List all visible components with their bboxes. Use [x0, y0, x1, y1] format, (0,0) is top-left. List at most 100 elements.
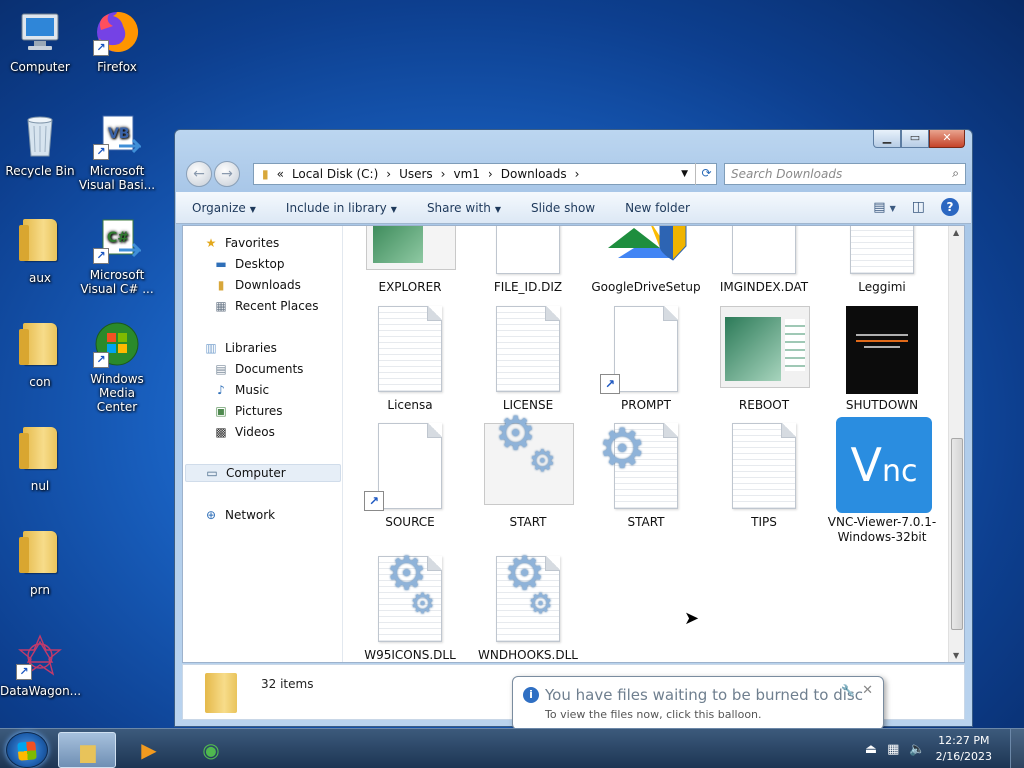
- desktop-icon-media-center[interactable]: ↗ Windows Media Center: [77, 320, 157, 414]
- scroll-down-icon[interactable]: ▼: [953, 651, 959, 660]
- new-folder-button[interactable]: New folder: [625, 201, 690, 215]
- nav-libraries[interactable]: ▥ Libraries: [203, 339, 277, 357]
- share-with-button[interactable]: Share with ▼: [427, 201, 501, 215]
- options-icon[interactable]: 🔧: [841, 684, 855, 697]
- desktop-icon-recycle-bin[interactable]: Recycle Bin: [0, 112, 80, 178]
- breadcrumb-separator-icon[interactable]: ›: [575, 167, 580, 181]
- vertical-scrollbar[interactable]: ▲ ▼: [948, 226, 964, 662]
- forward-arrow-icon[interactable]: →: [214, 161, 240, 187]
- folder-icon: [16, 323, 64, 371]
- balloon-message: To view the files now, click this balloo…: [545, 708, 762, 721]
- recycle-bin-icon: [16, 112, 64, 160]
- file-item[interactable]: ⚙ ⚙ WNDHOOKS.DLL: [470, 550, 586, 662]
- breadcrumb-overflow[interactable]: «: [277, 167, 284, 181]
- back-arrow-icon[interactable]: ←: [186, 161, 212, 187]
- file-item[interactable]: ⚙ ⚙ START: [470, 410, 586, 530]
- start-button[interactable]: [6, 732, 48, 768]
- clock-time: 12:27 PM: [938, 734, 990, 747]
- file-item[interactable]: GoogleDriveSetup: [588, 226, 704, 295]
- nav-documents[interactable]: ▤ Documents: [213, 360, 303, 378]
- nav-recent-places[interactable]: ▦ Recent Places: [213, 297, 318, 315]
- nav-pictures[interactable]: ▣ Pictures: [213, 402, 282, 420]
- breadcrumb-separator-icon[interactable]: ›: [488, 167, 493, 181]
- shortcut-arrow-icon: ↗: [93, 248, 109, 264]
- organize-button[interactable]: Organize ▼: [192, 201, 256, 215]
- include-in-library-button[interactable]: Include in library ▼: [286, 201, 397, 215]
- slide-show-button[interactable]: Slide show: [531, 201, 595, 215]
- text-document-icon: [480, 306, 576, 392]
- nav-computer[interactable]: ▭ Computer: [185, 464, 341, 482]
- show-desktop-button[interactable]: [1010, 729, 1024, 768]
- taskbar-media-center-button[interactable]: ◉: [182, 732, 240, 768]
- nav-desktop[interactable]: ▬ Desktop: [213, 255, 284, 273]
- file-name: REBOOT: [738, 398, 790, 412]
- file-item[interactable]: Leggimi: [824, 226, 940, 295]
- nav-videos[interactable]: ▩ Videos: [213, 423, 275, 441]
- windows-logo-icon: [17, 741, 37, 761]
- close-icon[interactable]: ✕: [929, 130, 965, 148]
- taskbar-media-player-button[interactable]: ▶: [120, 732, 178, 768]
- desktop-icon-prn[interactable]: prn: [0, 528, 80, 597]
- file-item[interactable]: LICENSE: [470, 306, 586, 413]
- minimize-icon[interactable]: ▁: [873, 130, 901, 148]
- refresh-icon[interactable]: ⟳: [695, 163, 717, 185]
- address-dropdown-icon[interactable]: ▼: [681, 169, 688, 179]
- breadcrumb-separator-icon[interactable]: ›: [386, 167, 391, 181]
- burn-tray-icon[interactable]: ⏏: [865, 742, 877, 757]
- breadcrumb-vm1[interactable]: vm1: [453, 167, 479, 181]
- file-item[interactable]: Vnc VNC-Viewer-7.0.1-Windows-32bit: [824, 417, 940, 545]
- file-item[interactable]: SHUTDOWN: [824, 306, 940, 413]
- scrollbar-thumb[interactable]: [951, 438, 963, 630]
- nav-music[interactable]: ♪ Music: [213, 381, 269, 399]
- file-item[interactable]: Licensa: [352, 306, 468, 413]
- burn-notification-balloon[interactable]: i You have files waiting to be burned to…: [512, 676, 884, 730]
- text-document-icon: [362, 306, 458, 392]
- breadcrumb-separator-icon[interactable]: ›: [441, 167, 446, 181]
- chevron-down-icon: ▼: [249, 204, 256, 214]
- desktop-icon-datawagon[interactable]: ↗ DataWagon...: [0, 632, 81, 698]
- desktop-icon-nul[interactable]: nul: [0, 424, 80, 493]
- file-name: Licensa: [387, 398, 433, 412]
- address-bar[interactable]: ▮ « Local Disk (C:) › Users › vm1 › Down…: [253, 163, 717, 185]
- help-icon[interactable]: ?: [941, 198, 959, 216]
- breadcrumb-local-disk[interactable]: Local Disk (C:): [292, 167, 378, 181]
- shortcut-arrow-icon: ↗: [600, 374, 620, 394]
- file-item[interactable]: IMGINDEX.DAT: [706, 226, 822, 295]
- dll-file-icon: ⚙ ⚙: [480, 550, 576, 642]
- close-icon[interactable]: ✕: [862, 683, 873, 698]
- view-options-icon[interactable]: ▤ ▼: [873, 200, 896, 215]
- desktop-icon-firefox[interactable]: ↗ Firefox: [77, 8, 157, 74]
- nav-network[interactable]: ⊕ Network: [203, 506, 275, 524]
- preview-pane-icon[interactable]: ◫: [912, 199, 925, 215]
- search-input[interactable]: Search Downloads ⌕: [724, 163, 966, 185]
- desktop-icon-visual-csharp[interactable]: C# ↗ Microsoft Visual C# ...: [77, 216, 157, 296]
- breadcrumb-users[interactable]: Users: [399, 167, 433, 181]
- maximize-icon[interactable]: ▭: [901, 130, 929, 148]
- file-item[interactable]: FILE_ID.DIZ: [470, 226, 586, 295]
- network-tray-icon[interactable]: ▦: [887, 742, 899, 757]
- desktop-icon-computer[interactable]: Computer: [0, 8, 80, 74]
- nav-favorites[interactable]: ★ Favorites: [203, 234, 280, 252]
- desktop-icon-aux[interactable]: aux: [0, 216, 80, 285]
- file-item[interactable]: ⚙ START: [588, 422, 704, 530]
- file-item[interactable]: ↗ SOURCE: [352, 423, 468, 530]
- media-player-icon: ▶: [141, 738, 157, 762]
- file-name: SHUTDOWN: [845, 398, 919, 412]
- taskbar-explorer-button[interactable]: ▆: [58, 732, 116, 768]
- navigation-pane: ★ Favorites ▬ Desktop ▮ Downloads ▦ Recent P…: [183, 226, 343, 662]
- file-item[interactable]: ⚙ ⚙ W95ICONS.DLL: [352, 550, 468, 662]
- search-icon[interactable]: ⌕: [952, 166, 959, 181]
- volume-icon[interactable]: 🔈: [909, 742, 925, 757]
- scroll-up-icon[interactable]: ▲: [953, 228, 959, 237]
- file-item[interactable]: ↗ PROMPT: [588, 306, 704, 413]
- file-item[interactable]: REBOOT: [706, 306, 822, 413]
- breadcrumb-downloads[interactable]: Downloads: [501, 167, 567, 181]
- desktop-icon-label: con: [29, 375, 51, 389]
- desktop-icon-visual-basic[interactable]: VB ↗ Microsoft Visual Basi...: [77, 112, 157, 192]
- clock[interactable]: 12:27 PM 2/16/2023: [936, 733, 992, 765]
- file-item[interactable]: TIPS: [706, 423, 822, 530]
- desktop-icon-con[interactable]: con: [0, 320, 80, 389]
- network-icon: ⊕: [205, 508, 217, 522]
- nav-downloads[interactable]: ▮ Downloads: [213, 276, 301, 294]
- file-item[interactable]: EXPLORER: [352, 226, 468, 295]
